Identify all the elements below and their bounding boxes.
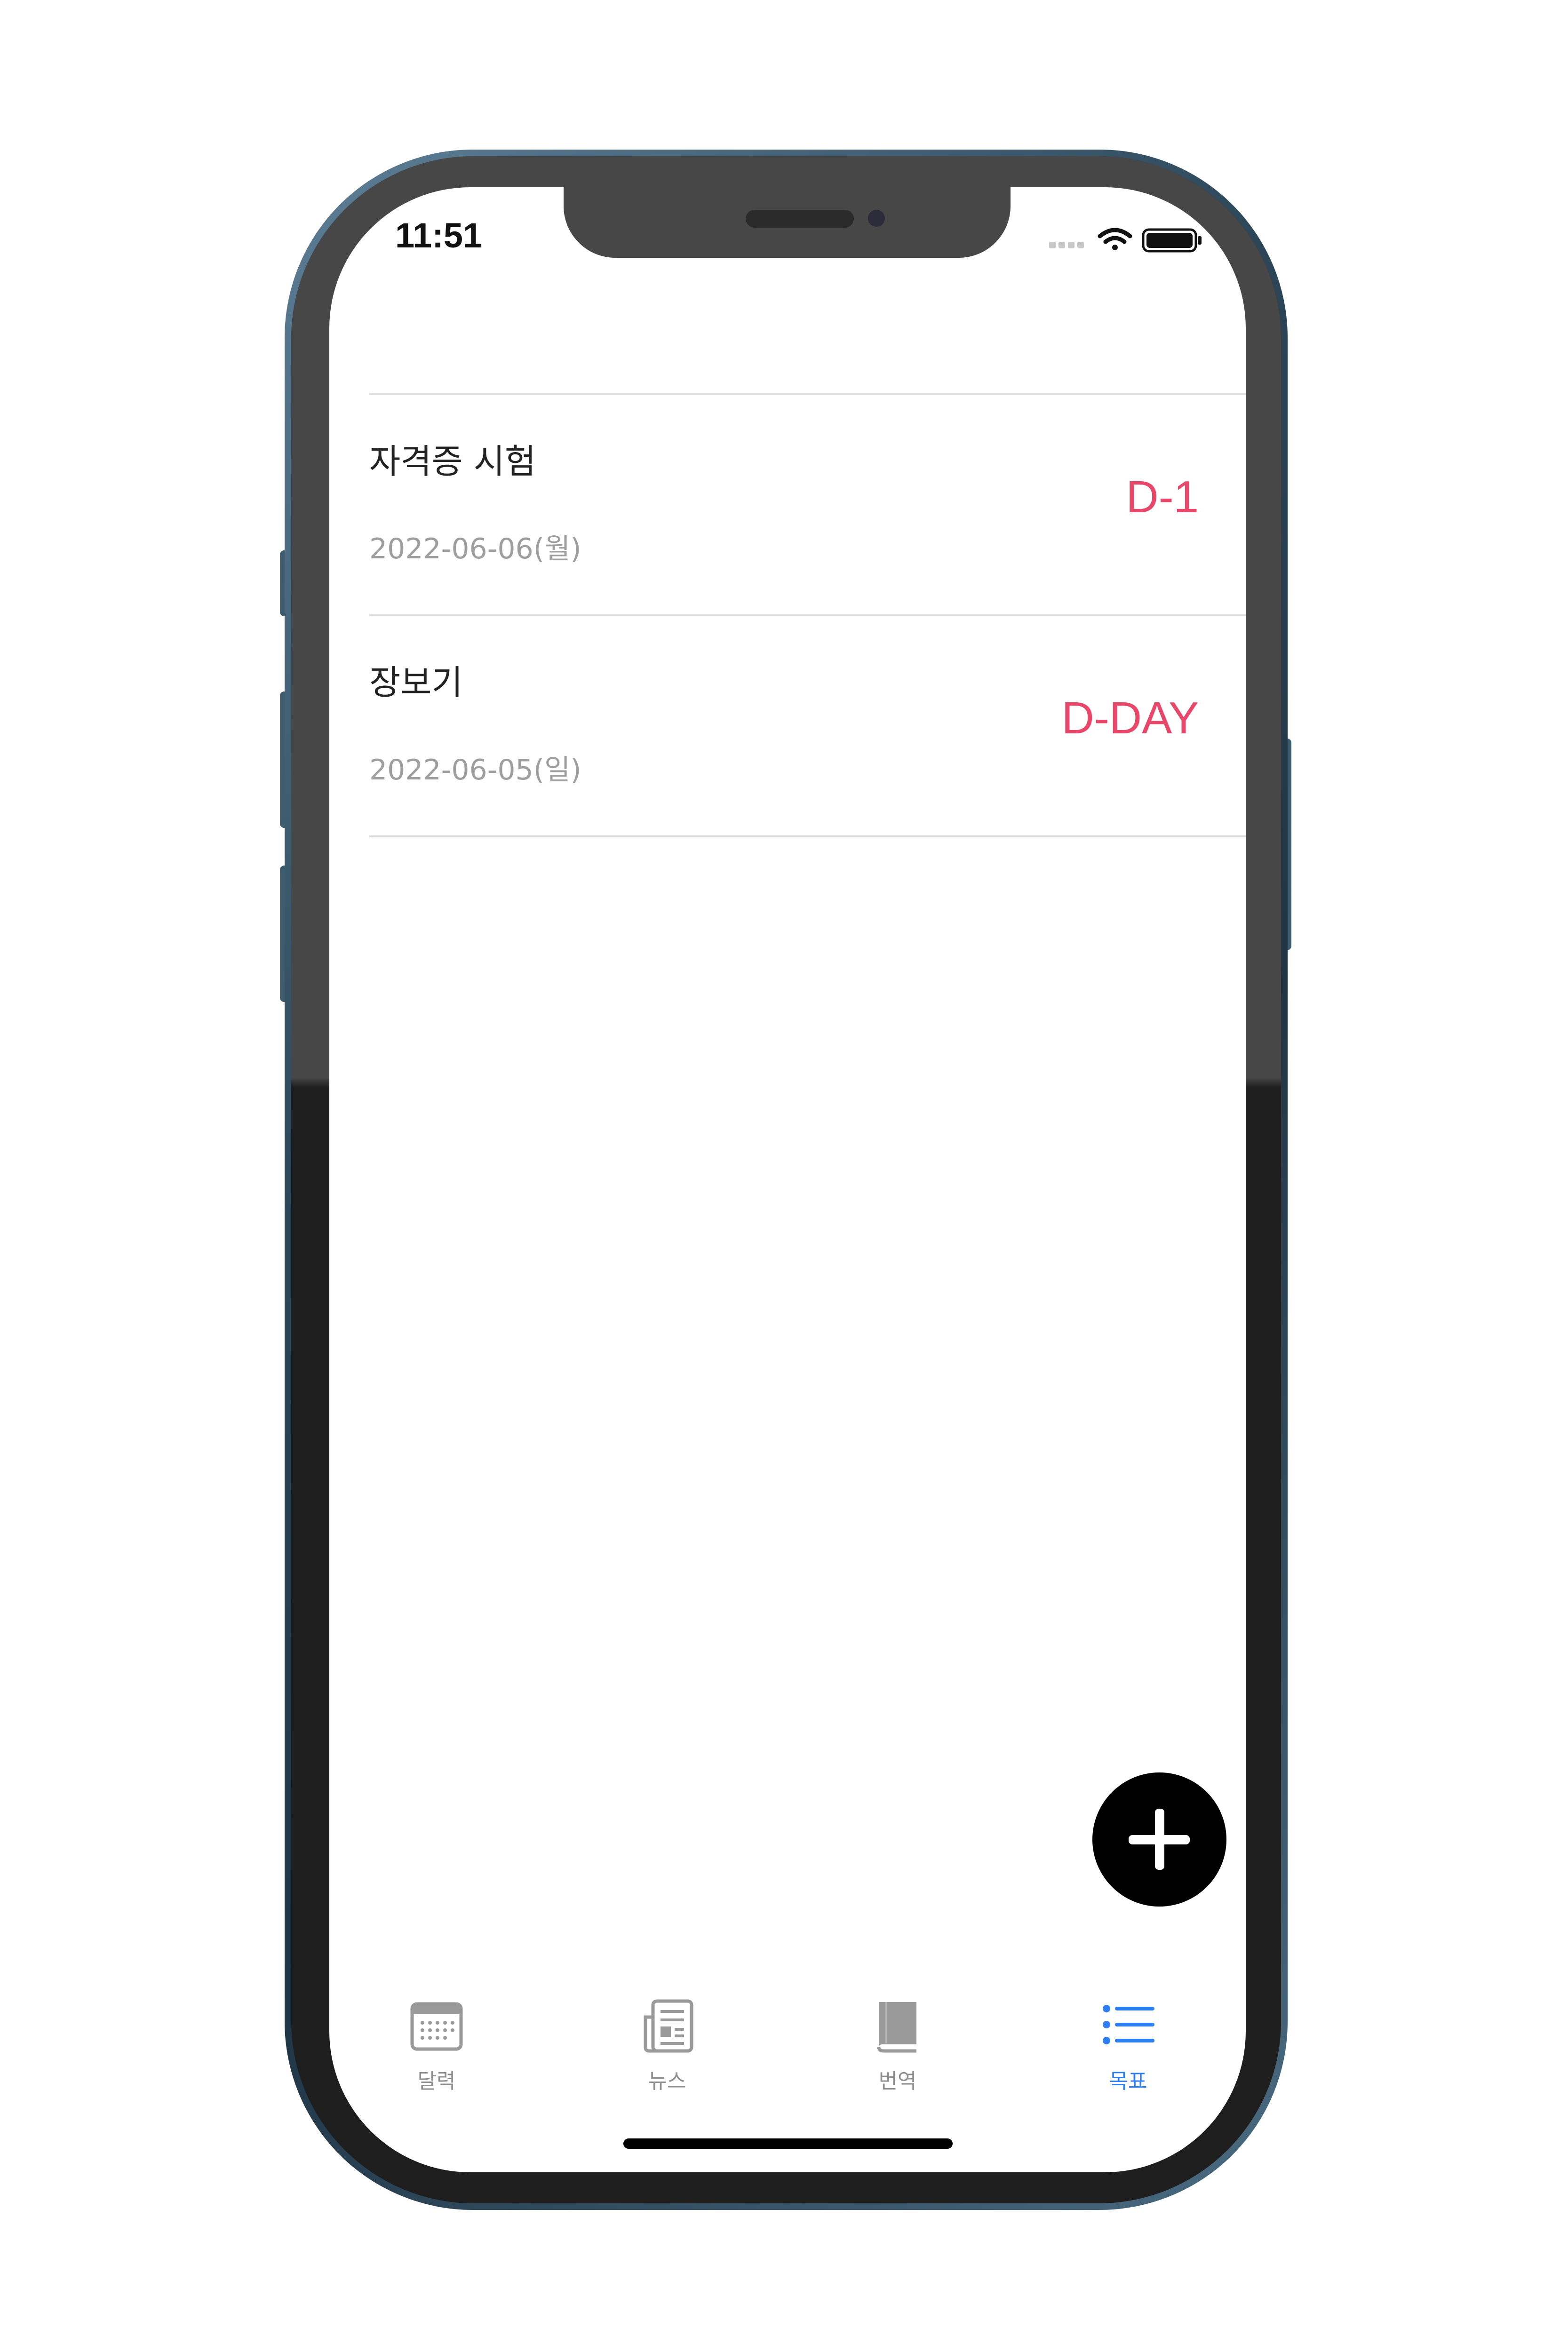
add-goal-button[interactable] bbox=[1092, 1772, 1226, 1907]
tab-goals[interactable]: 목표 bbox=[1058, 1998, 1199, 2106]
tab-label: 번역 bbox=[878, 2069, 917, 2093]
list-item[interactable]: 자격증 시험 2022-06-06(월) D-1 bbox=[369, 395, 1246, 614]
goal-title: 장보기 bbox=[369, 663, 463, 702]
tab-label: 뉴스 bbox=[648, 2069, 686, 2093]
app-screen: 11:51 자격증 시험 2022-06-06(월) D-1 장보기 2022-… bbox=[329, 187, 1246, 2172]
tab-translate[interactable]: 번역 bbox=[827, 1998, 968, 2106]
list-item[interactable]: 장보기 2022-06-05(일) D-DAY bbox=[369, 616, 1246, 835]
tab-label: 달력 bbox=[417, 2069, 456, 2093]
status-icons bbox=[1049, 226, 1204, 254]
wifi-icon bbox=[1098, 228, 1132, 250]
list-divider bbox=[369, 835, 1246, 837]
goal-date: 2022-06-06(월) bbox=[369, 532, 581, 565]
status-time: 11:51 bbox=[395, 216, 483, 255]
calendar-icon bbox=[408, 1998, 465, 2055]
goal-dday: D-1 bbox=[1126, 472, 1199, 522]
goal-list: 자격증 시험 2022-06-06(월) D-1 장보기 2022-06-05(… bbox=[369, 393, 1246, 837]
cellular-signal-icon bbox=[1049, 242, 1084, 248]
goal-title: 자격증 시험 bbox=[369, 442, 536, 481]
tab-bar: 달력 뉴스 번역 목표 bbox=[329, 1998, 1246, 2121]
newspaper-icon bbox=[639, 1998, 695, 2055]
front-camera bbox=[868, 210, 885, 227]
book-icon bbox=[869, 1998, 926, 2055]
battery-icon bbox=[1142, 228, 1202, 253]
tab-label: 목표 bbox=[1109, 2069, 1147, 2093]
speaker-grille bbox=[746, 210, 854, 228]
home-indicator[interactable] bbox=[623, 2138, 953, 2149]
goal-date: 2022-06-05(일) bbox=[369, 754, 581, 787]
goal-dday: D-DAY bbox=[1061, 693, 1199, 743]
list-icon bbox=[1100, 1998, 1156, 2055]
tab-news[interactable]: 뉴스 bbox=[597, 1998, 738, 2106]
tab-calendar[interactable]: 달력 bbox=[366, 1998, 507, 2106]
